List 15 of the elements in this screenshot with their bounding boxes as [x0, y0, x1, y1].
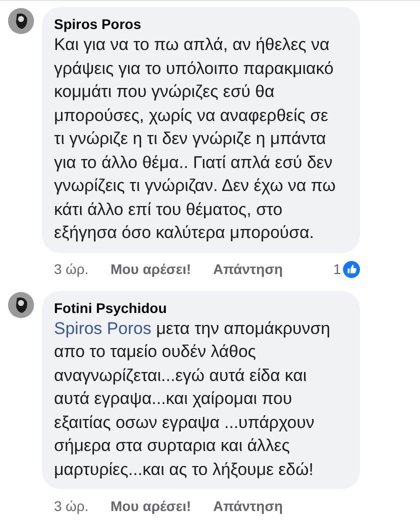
reaction-count[interactable]: 1: [333, 259, 341, 280]
reply-link[interactable]: Απάντηση: [213, 259, 283, 280]
comment-text: Spiros Poros μετα την απομάκρυνση απο το ταμείο ουδέν λάθος αναγνωρίζεται...εγώ αυτά είδα και αυτά εγραψα...και χαίρομαι που εξαιτίας οσων εγραψα ...υπάρχουν σήμερα στα συρταρια και άλλες μαρτυρίες...και ας το λήξουμε εδώ!: [54, 318, 332, 480]
author-name[interactable]: Fotini Psychidou: [54, 298, 346, 316]
like-link[interactable]: Μου αρέσει!: [110, 259, 192, 280]
like-link[interactable]: Μου αρέσει!: [110, 496, 192, 516]
reply-link[interactable]: Απάντηση: [213, 496, 283, 516]
author-name[interactable]: Spiros Poros: [54, 15, 346, 33]
comment-text: Και για να το πω απλά, αν ήθελες να γράψεις για το υπόλοιπο παρακμιακό κομμάτι που γνώριζες εσύ θα μπορούσες, χωρίς να αναφερθείς σε τι γνώριζε η τι δεν γνώριζε η μπάντα για το άλλο θέμα.. Γιατί απλά εσύ δεν γνωρίζεις τι γνώριζαν. Δεν έχω να πω κάτι άλλο επί του θέματος, στο εξήγησα όσο καλύτερα μπορούσα.: [54, 34, 337, 244]
avatar-icon[interactable]: [8, 8, 34, 34]
comment-time[interactable]: 3 ώρ.: [54, 259, 88, 280]
avatar-icon[interactable]: [8, 292, 34, 318]
mention-link[interactable]: Spiros Poros: [54, 318, 152, 338]
thumbs-up-icon: [343, 261, 360, 278]
comment-time[interactable]: 3 ώρ.: [54, 496, 88, 516]
